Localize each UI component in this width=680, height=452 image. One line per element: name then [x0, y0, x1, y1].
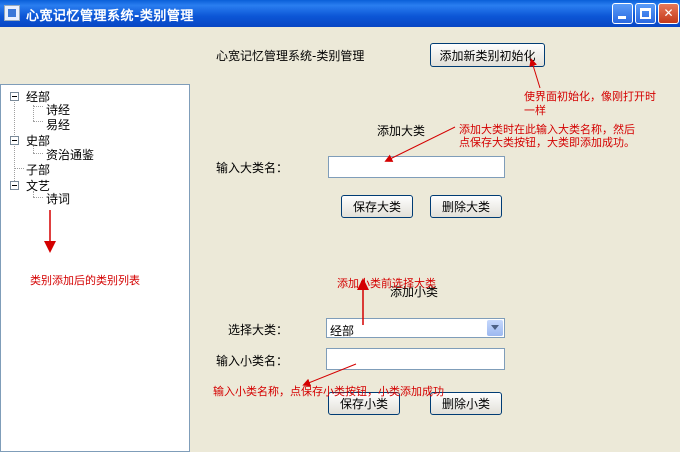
major-arrow — [384, 126, 456, 162]
minor-input-arrow — [302, 363, 357, 387]
init-annotation: 一样 — [524, 104, 546, 117]
select-annotation: 添加小类前选择大类 — [337, 277, 436, 290]
minor-annotation: 输入小类名称，点保存小类按钮，小类添加成功 — [213, 385, 444, 398]
tree-annotation: 类别添加后的类别列表 — [30, 274, 140, 287]
major-annotation: 点保存大类按钮，大类即添加成功。 — [459, 136, 635, 149]
init-arrow — [529, 58, 541, 89]
